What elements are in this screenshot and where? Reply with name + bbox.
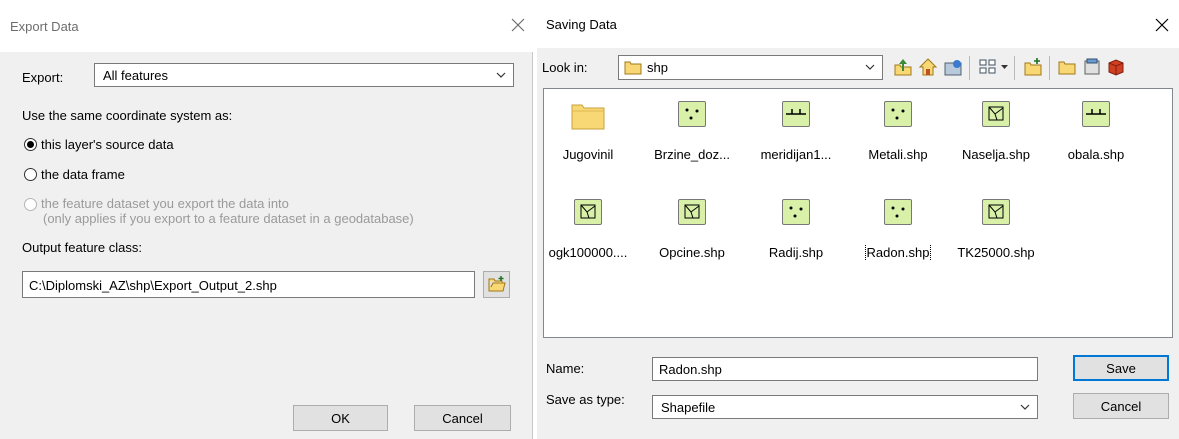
point-shapefile-icon (884, 199, 912, 225)
file-name: Radon.shp (864, 245, 932, 260)
save-button-label: Save (1106, 360, 1136, 376)
browse-button[interactable] (483, 271, 510, 298)
list-item-ogk100000[interactable]: ogk100000.... (544, 197, 632, 277)
connect-folder-icon[interactable] (943, 57, 963, 77)
up-one-level-icon[interactable] (893, 57, 913, 77)
save-as-type-label: Save as type: (546, 392, 625, 407)
export-data-dialog: Export Data Export: All features Use the… (0, 0, 533, 439)
file-name: Jugovinil (562, 147, 614, 162)
point-shapefile-icon (678, 101, 706, 127)
list-item-brzine[interactable]: Brzine_doz... (648, 99, 736, 179)
line-shapefile-icon (782, 101, 810, 127)
file-name: Metali.shp (868, 147, 928, 162)
file-name-value: Radon.shp (659, 362, 722, 377)
radio-feature-dataset-note: (only applies if you export to a feature… (43, 211, 414, 226)
close-icon[interactable] (1151, 14, 1173, 36)
look-in-select[interactable]: shp (618, 55, 883, 80)
file-name: Opcine.shp (659, 245, 725, 260)
close-icon[interactable] (507, 14, 529, 36)
output-path-value: C:\Diplomski_AZ\shp\Export_Output_2.shp (29, 278, 277, 293)
cancel-button-label: Cancel (442, 410, 483, 426)
export-select-value: All features (103, 68, 169, 83)
file-list[interactable]: Jugovinil Brzine_doz... meridijan1... Me… (543, 88, 1173, 338)
point-shapefile-icon (782, 199, 810, 225)
folder-icon (624, 61, 642, 75)
chevron-down-icon (1020, 404, 1030, 410)
saving-data-dialog: Saving Data Look in: shp Jugovinil Brzin… (537, 0, 1179, 439)
home-icon[interactable] (918, 57, 938, 77)
save-dialog-title: Saving Data (546, 17, 617, 32)
file-name: obala.shp (1067, 147, 1125, 162)
ok-button-label: OK (331, 410, 350, 426)
file-name: meridijan1... (760, 147, 832, 162)
folder-icon (571, 104, 605, 130)
list-item-naselja[interactable]: Naselja.shp (952, 99, 1040, 179)
save-as-type-value: Shapefile (661, 400, 716, 415)
export-select[interactable]: All features (94, 63, 514, 87)
polygon-shapefile-icon (574, 199, 602, 225)
file-name: Brzine_doz... (654, 147, 730, 162)
export-titlebar: Export Data (0, 0, 533, 52)
ok-button[interactable]: OK (293, 405, 388, 431)
point-shapefile-icon (884, 101, 912, 127)
polygon-shapefile-icon (982, 199, 1010, 225)
list-item-meridijan[interactable]: meridijan1... (752, 99, 840, 179)
list-item-opcine[interactable]: Opcine.shp (648, 197, 736, 277)
name-label: Name: (546, 361, 585, 376)
export-dialog-title: Export Data (10, 19, 79, 34)
look-in-value: shp (647, 60, 668, 75)
database-icon[interactable] (1082, 57, 1102, 77)
list-item-obala[interactable]: obala.shp (1052, 99, 1140, 179)
file-name: Radij.shp (768, 245, 824, 260)
save-as-type-select[interactable]: Shapefile (652, 395, 1038, 419)
radio-layer-source-label: this layer's source data (41, 137, 174, 152)
save-cancel-button[interactable]: Cancel (1073, 393, 1169, 419)
toolbox-icon[interactable] (1106, 57, 1126, 77)
save-titlebar: Saving Data (537, 0, 1179, 48)
file-name: Naselja.shp (962, 147, 1030, 162)
coord-system-label: Use the same coordinate system as: (22, 108, 233, 123)
file-name: ogk100000.... (548, 245, 628, 260)
save-cancel-button-label: Cancel (1100, 398, 1142, 414)
list-item-metali[interactable]: Metali.shp (854, 99, 942, 179)
file-name: TK25000.shp (957, 245, 1035, 260)
list-item-jugovinil[interactable]: Jugovinil (544, 99, 632, 179)
file-name-input[interactable]: Radon.shp (652, 357, 1038, 381)
look-in-label: Look in: (542, 60, 588, 75)
export-label: Export: (22, 70, 64, 85)
view-menu-icon[interactable] (978, 57, 998, 77)
radio-layer-source[interactable] (24, 138, 37, 151)
polygon-shapefile-icon (678, 199, 706, 225)
radio-feature-dataset-label: the feature dataset you export the data … (41, 196, 289, 211)
output-path-input[interactable]: C:\Diplomski_AZ\shp\Export_Output_2.shp (22, 271, 475, 298)
save-button[interactable]: Save (1073, 355, 1169, 381)
cancel-button[interactable]: Cancel (414, 405, 511, 431)
polygon-shapefile-icon (982, 101, 1010, 127)
dropdown-arrow-icon[interactable] (1000, 63, 1009, 72)
radio-data-frame[interactable] (24, 168, 37, 181)
chevron-down-icon (496, 72, 506, 78)
output-feature-class-label: Output feature class: (22, 240, 142, 255)
folder-icon[interactable] (1057, 57, 1077, 77)
chevron-down-icon (865, 64, 875, 70)
line-shapefile-icon (1082, 101, 1110, 127)
new-folder-icon[interactable] (1023, 57, 1043, 77)
list-item-radij[interactable]: Radij.shp (752, 197, 840, 277)
open-folder-icon (488, 276, 506, 292)
list-item-tk25000[interactable]: TK25000.shp (952, 197, 1040, 277)
list-item-radon[interactable]: Radon.shp (854, 197, 942, 277)
radio-feature-dataset[interactable] (24, 198, 37, 211)
radio-data-frame-label: the data frame (41, 167, 125, 182)
